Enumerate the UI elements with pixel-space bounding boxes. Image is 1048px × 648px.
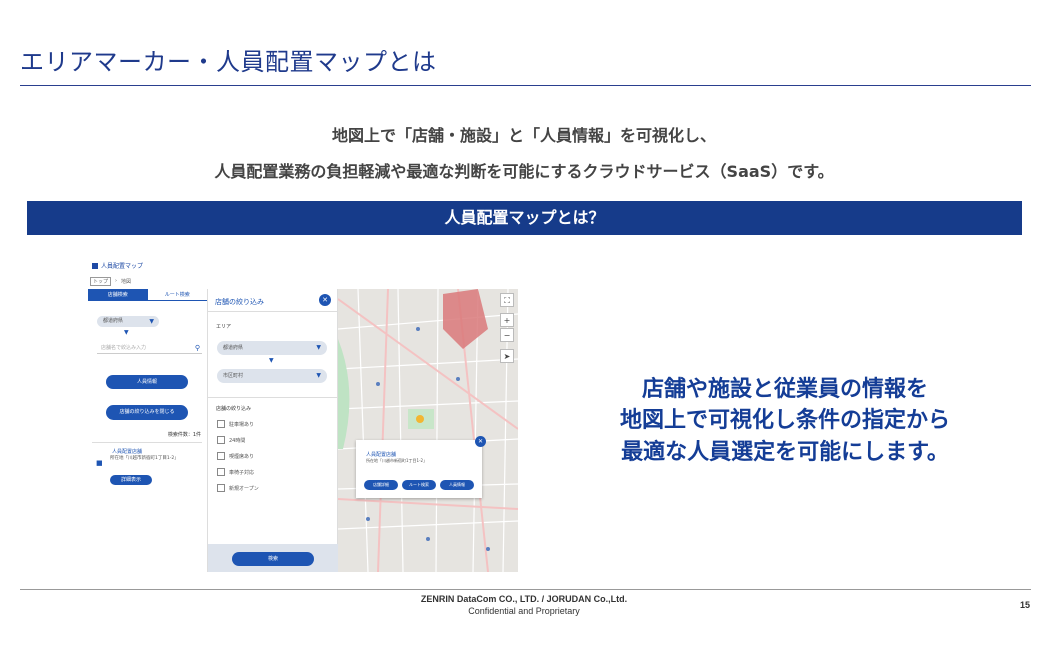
close-icon[interactable]: ✕: [475, 436, 486, 447]
map-canvas: [338, 289, 518, 572]
checkbox-box[interactable]: [217, 452, 225, 460]
conditions-label: 店舗の絞り込み: [216, 406, 252, 412]
slide-title: エリアマーカー・人員配置マップとは: [20, 48, 437, 76]
filter-divider: [208, 311, 338, 312]
zoom-out-button[interactable]: −: [500, 328, 514, 342]
result-item-title[interactable]: 人員配置店舗: [112, 448, 142, 455]
footer-divider: [20, 589, 1031, 590]
search-icon[interactable]: ⚲: [195, 343, 200, 354]
popup-staff-button[interactable]: 人員情報: [440, 480, 474, 490]
popup-route-button[interactable]: ルート検索: [402, 480, 436, 490]
checkbox-smoking[interactable]: 喫煙席あり: [217, 452, 254, 460]
page-number: 15: [1019, 600, 1030, 610]
tab-store-search[interactable]: 店舗検索: [88, 289, 148, 301]
popup-title: 人員配置店舗: [366, 452, 397, 458]
staff-info-button[interactable]: 人員情報: [106, 375, 188, 389]
store-pin-icon: ■: [96, 459, 103, 467]
result-item-address: 所在地「川越市新宿町1丁目1-2」: [110, 456, 179, 461]
close-icon[interactable]: ✕: [319, 294, 331, 306]
intro-line-2: 人員配置業務の負担軽減や最適な判断を可能にするクラウドサービス（SaaS）です。: [214, 162, 834, 181]
checkbox-box[interactable]: [217, 420, 225, 428]
store-search-input[interactable]: 店舗名で絞込み入力 ⚲: [97, 343, 202, 354]
popup-store-detail-button[interactable]: 店舗詳細: [364, 480, 398, 490]
app-logo-icon: [92, 262, 98, 269]
down-arrow-icon: ▼: [124, 329, 129, 336]
prefecture-select[interactable]: 都道府県 ▼: [97, 316, 159, 327]
tab-route-search[interactable]: ルート検索: [147, 289, 207, 301]
app-header: 人員配置マップ: [88, 256, 518, 275]
filter-search-button[interactable]: 検索: [232, 552, 314, 566]
checkbox-label: 駐車場あり: [229, 421, 255, 428]
checkbox-label: 新規オープン: [229, 485, 259, 492]
checkbox-box[interactable]: [217, 468, 225, 476]
checkbox-wheelchair[interactable]: 車椅子対応: [217, 468, 254, 476]
checkbox-label: 24時間: [229, 437, 246, 444]
checkbox-parking[interactable]: 駐車場あり: [217, 420, 254, 428]
zoom-in-button[interactable]: +: [500, 313, 514, 327]
area-prefecture-select[interactable]: 都道府県 ▼: [217, 341, 327, 355]
result-divider: [92, 442, 202, 443]
map-view[interactable]: ⛶ + − ➤ 人員配置店舗 所在地「川越市新宿町1丁目1-2」 ✕ 店舗詳細 …: [338, 289, 518, 572]
breadcrumb: トップ › 地図: [90, 276, 132, 286]
store-popup: 人員配置店舗 所在地「川越市新宿町1丁目1-2」 ✕ 店舗詳細 ルート検索 人員…: [356, 436, 486, 498]
checkbox-label: 車椅子対応: [229, 469, 255, 476]
store-search-placeholder: 店舗名で絞込み入力: [101, 345, 147, 351]
checkbox-box[interactable]: [217, 484, 225, 492]
breadcrumb-separator: ›: [115, 278, 118, 284]
area-city-select[interactable]: 市区町村 ▼: [217, 369, 327, 383]
search-tabs: 店舗検索 ルート検索: [88, 289, 207, 301]
current-location-icon[interactable]: ➤: [500, 349, 514, 363]
map-background: [338, 289, 518, 572]
breadcrumb-top[interactable]: トップ: [90, 276, 112, 286]
store-marker-icon[interactable]: [416, 415, 424, 423]
highlight-line-1: 店舗や施設と従業員の情報を: [641, 377, 928, 402]
intro-line-1: 地図上で「店舗・施設」と「人員情報」を可視化し、: [331, 126, 716, 145]
app-title: 人員配置マップ: [101, 263, 144, 270]
breadcrumb-map: 地図: [121, 278, 132, 285]
chevron-down-icon: ▼: [149, 318, 154, 325]
chevron-down-icon: ▼: [316, 372, 321, 379]
app-screenshot: 人員配置マップ トップ › 地図 店舗検索 ルート検索 都道府県 ▼ ▼ 店舗名…: [88, 256, 518, 572]
highlight-line-3: 最適な人員選定を可能にします。: [621, 440, 949, 465]
area-prefecture-value: 都道府県: [223, 345, 244, 351]
filter-panel-title: 店舗の絞り込み: [215, 298, 264, 306]
prefecture-select-value: 都道府県: [103, 318, 124, 324]
search-panel: 店舗検索 ルート検索 都道府県 ▼ ▼ 店舗名で絞込み入力 ⚲ 人員情報 店舗の…: [88, 289, 208, 572]
checkbox-label: 喫煙席あり: [229, 453, 255, 460]
checkbox-24h[interactable]: 24時間: [217, 436, 245, 444]
footer-company: ZENRIN DataCom CO., LTD. / JORUDAN Co.,L…: [420, 594, 628, 604]
area-city-value: 市区町村: [223, 373, 244, 379]
area-label: エリア: [216, 324, 232, 330]
filter-footer: 検索: [208, 544, 338, 572]
chevron-down-icon: ▼: [316, 344, 321, 351]
highlight-line-2: 地図上で可視化し条件の指定から: [619, 408, 950, 433]
detail-button[interactable]: 詳細表示: [110, 475, 152, 485]
fullscreen-icon[interactable]: ⛶: [500, 293, 514, 307]
filter-panel: 店舗の絞り込み ✕ エリア 都道府県 ▼ ▼ 市区町村 ▼ 店舗の絞り込み 駐車…: [208, 289, 338, 572]
section-banner: 人員配置マップとは？: [27, 201, 1022, 235]
filter-divider: [208, 397, 338, 398]
footer-confidential: Confidential and Proprietary: [468, 606, 580, 616]
checkbox-box[interactable]: [217, 436, 225, 444]
close-filter-button[interactable]: 店舗の絞り込みを閉じる: [106, 405, 188, 420]
title-divider: [20, 85, 1031, 86]
result-count: 検索件数：1件: [167, 432, 201, 438]
down-arrow-icon: ▼: [269, 357, 274, 364]
checkbox-new-open[interactable]: 新規オープン: [217, 484, 259, 492]
popup-address: 所在地「川越市新宿町1丁目1-2」: [366, 458, 428, 463]
